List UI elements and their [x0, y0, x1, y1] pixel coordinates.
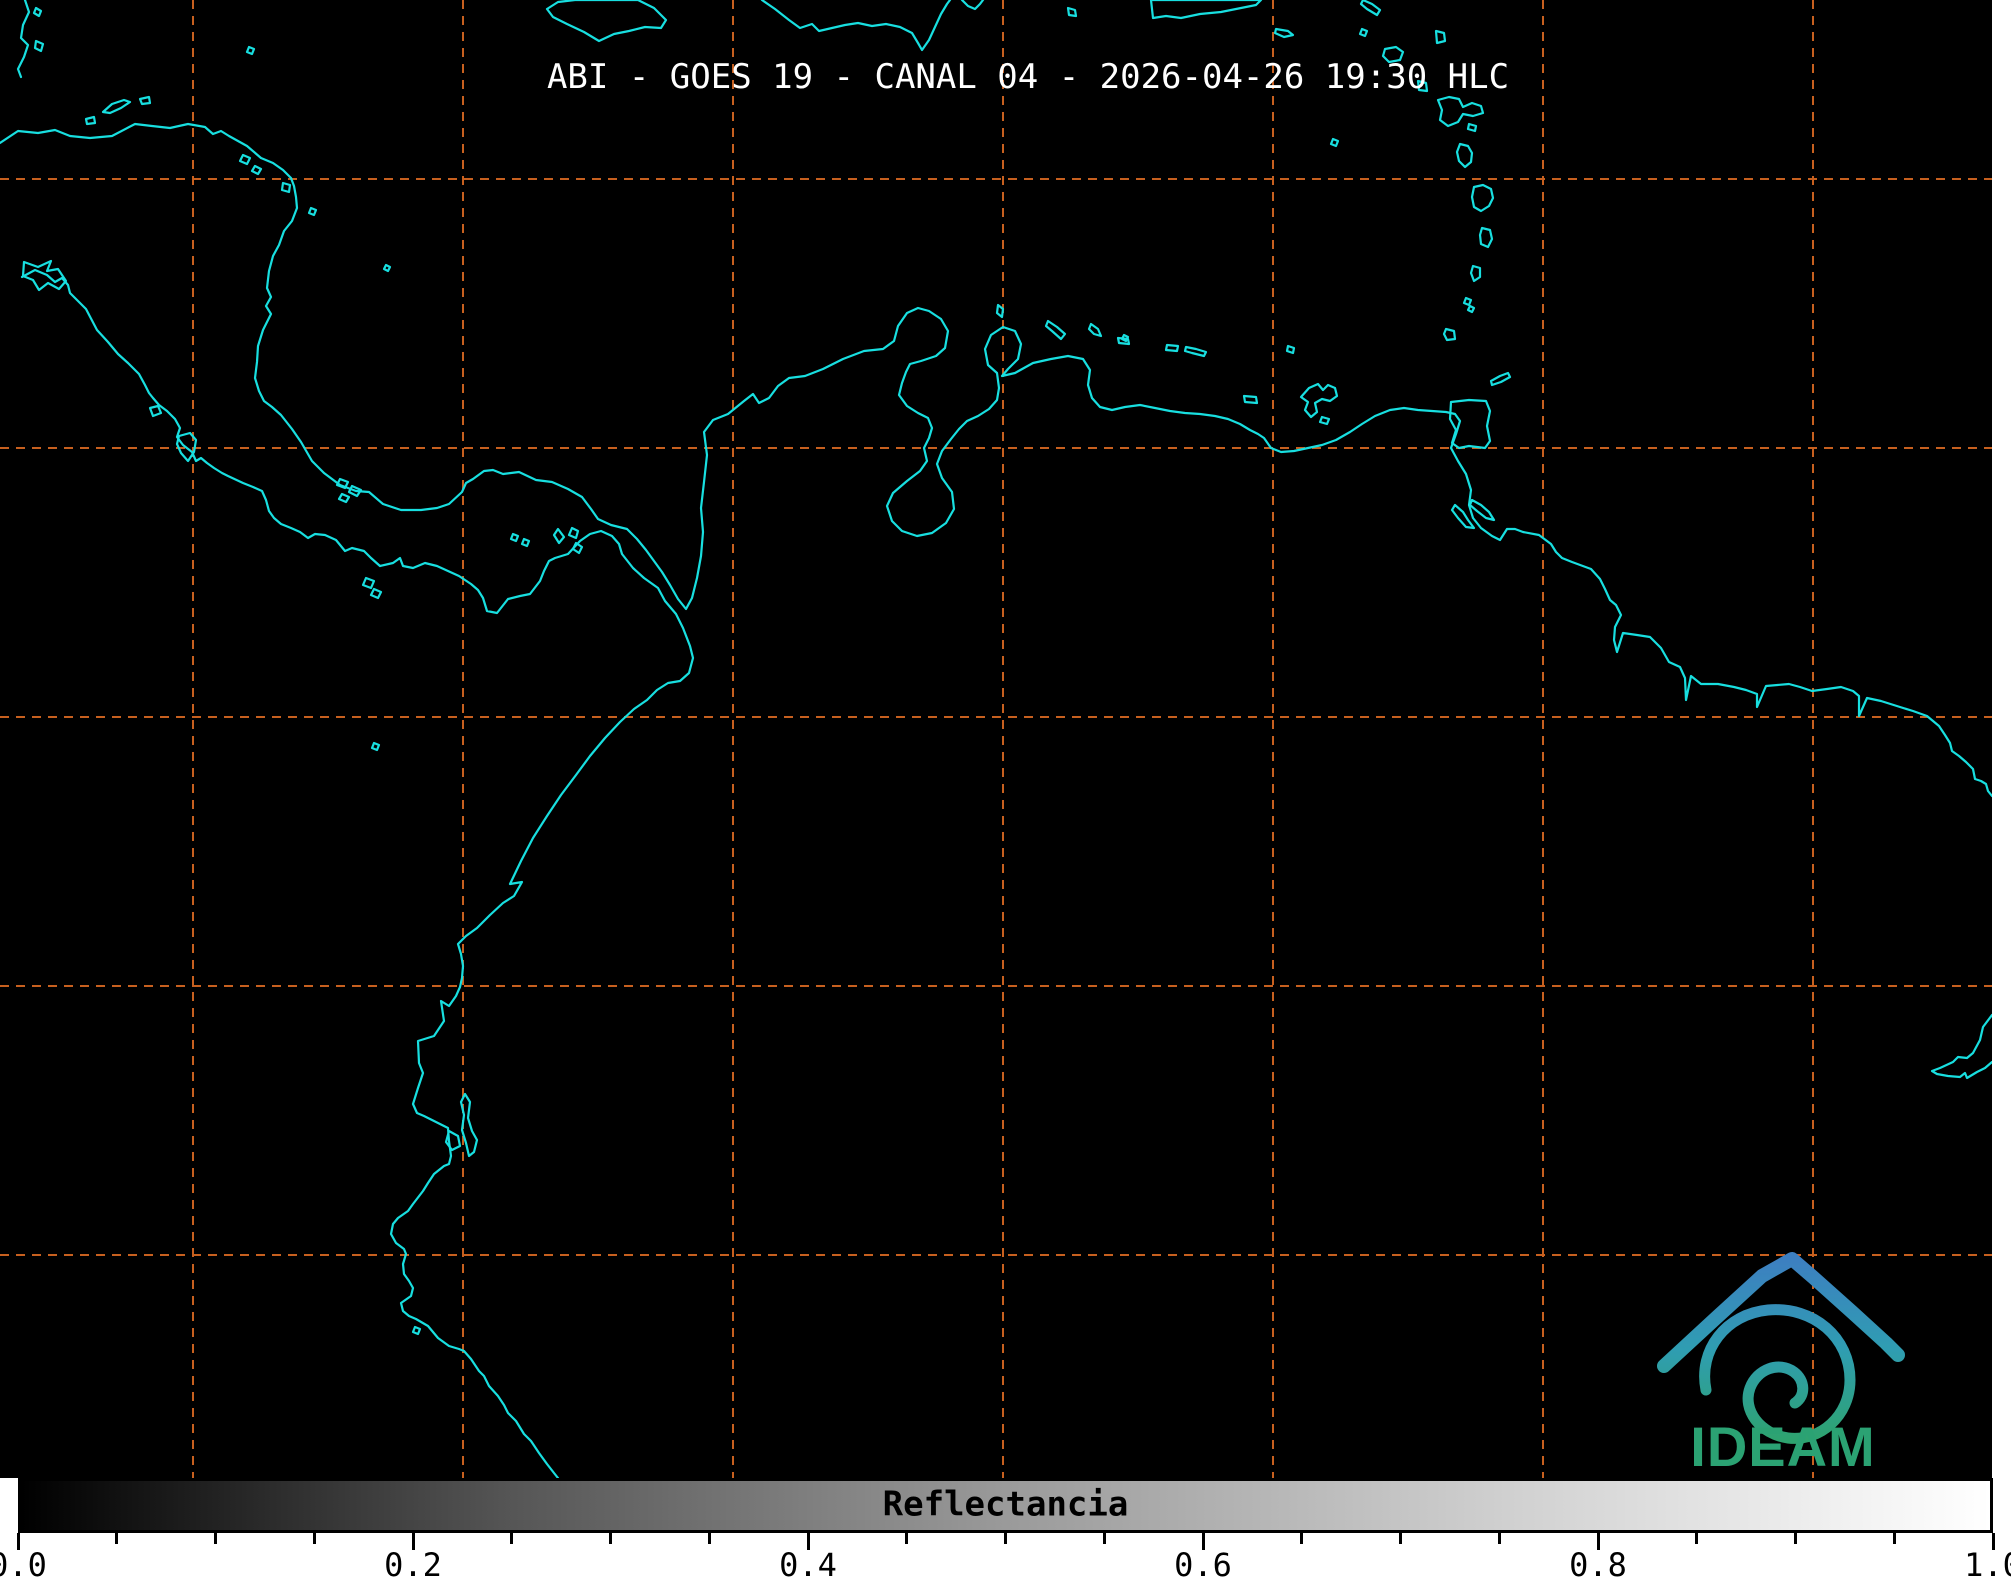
map-background [0, 0, 1992, 1478]
colorbar-minor-tick [1695, 1533, 1698, 1544]
colorbar-minor-tick [905, 1533, 908, 1544]
colorbar-label: Reflectancia [883, 1484, 1129, 1524]
colorbar-tick-label: 0.2 [384, 1546, 442, 1577]
colorbar-minor-tick [1300, 1533, 1303, 1544]
colorbar-minor-tick [708, 1533, 711, 1544]
colorbar-tick-label: 0.4 [779, 1546, 837, 1577]
colorbar-minor-tick [1103, 1533, 1106, 1544]
colorbar-minor-tick [1399, 1533, 1402, 1544]
colorbar-minor-tick [1794, 1533, 1797, 1544]
satellite-map: IDEAM [0, 0, 1992, 1478]
colorbar: Reflectancia [18, 1478, 1993, 1533]
image-title: ABI - GOES 19 - CANAL 04 - 2026-04-26 19… [547, 57, 1509, 97]
colorbar-minor-tick [115, 1533, 118, 1544]
colorbar-tick-label: 1.0 [1964, 1546, 2011, 1577]
colorbar-minor-tick [214, 1533, 217, 1544]
logo-text: IDEAM [1690, 1415, 1875, 1478]
colorbar-minor-tick [510, 1533, 513, 1544]
colorbar-minor-tick [1498, 1533, 1501, 1544]
colorbar-minor-tick [609, 1533, 612, 1544]
colorbar-minor-tick [313, 1533, 316, 1544]
colorbar-tick-label: 0.0 [0, 1546, 47, 1577]
colorbar-tick-label: 0.6 [1174, 1546, 1232, 1577]
colorbar-tick-label: 0.8 [1569, 1546, 1627, 1577]
colorbar-minor-tick [1893, 1533, 1896, 1544]
colorbar-minor-tick [1004, 1533, 1007, 1544]
satellite-image-viewer: IDEAM ABI - GOES 19 - CANAL 04 - 2026-04… [0, 0, 2011, 1577]
